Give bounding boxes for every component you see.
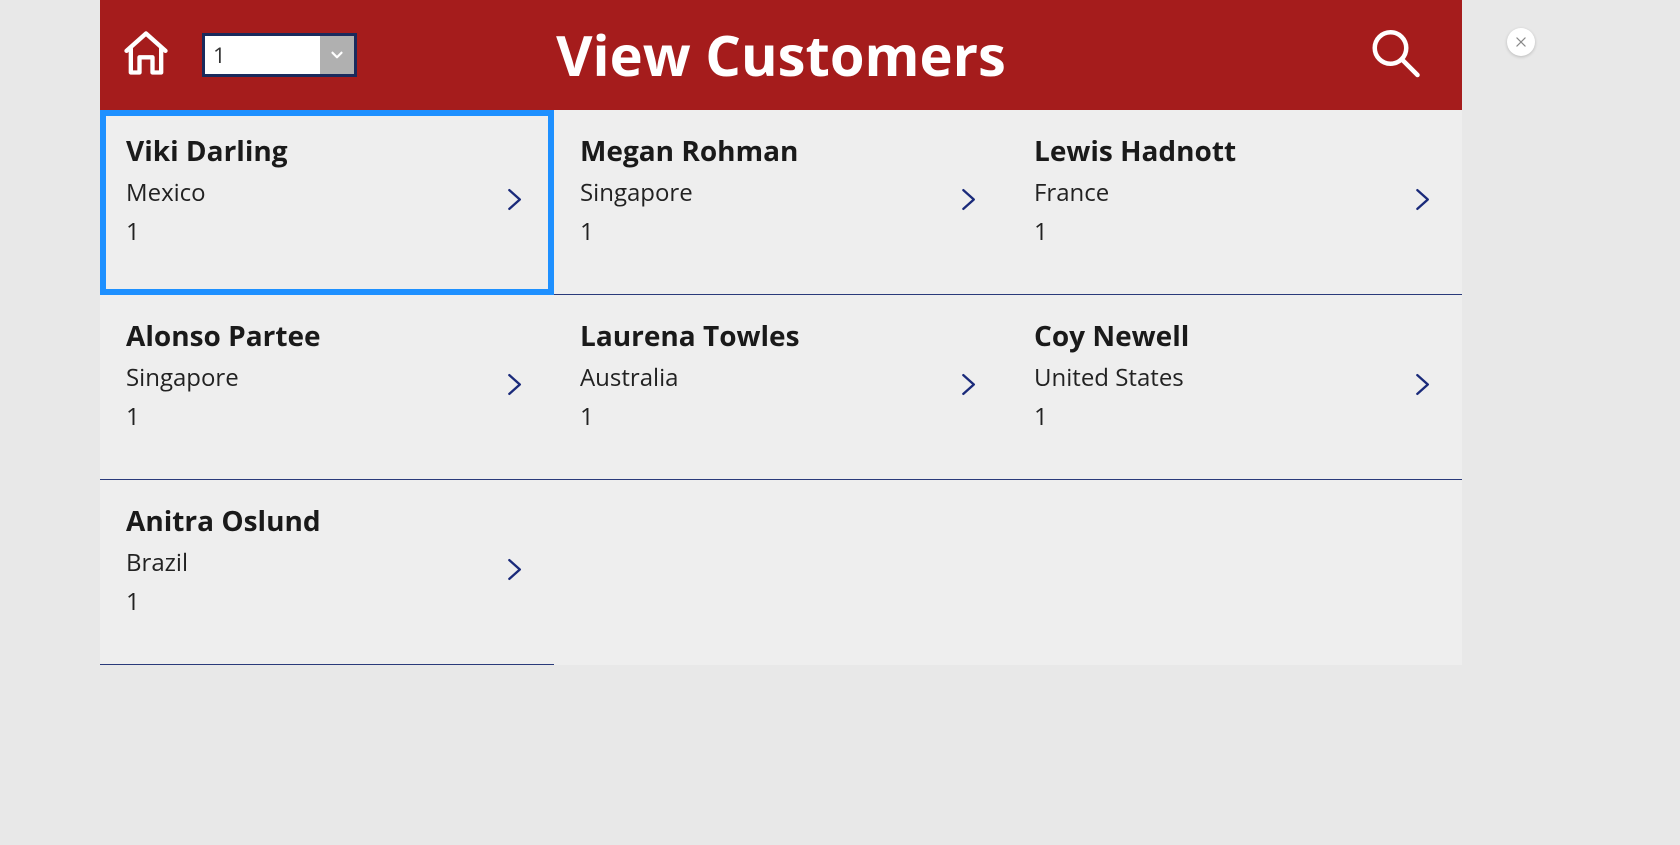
customer-country: United States (1034, 361, 1442, 394)
home-icon (120, 27, 172, 79)
dropdown-toggle[interactable] (320, 36, 354, 74)
customer-name: Laurena Towles (580, 317, 988, 355)
dropdown-value: 1 (205, 36, 320, 74)
search-icon (1368, 26, 1422, 80)
customer-name: Alonso Partee (126, 317, 534, 355)
customer-grid: Viki Darling Mexico 1 Megan Rohman Singapore… (100, 110, 1462, 665)
chevron-right-icon (954, 176, 982, 229)
customer-card[interactable]: Megan Rohman Singapore 1 (554, 110, 1008, 295)
chevron-right-icon (500, 546, 528, 599)
customer-country: Mexico (126, 176, 534, 209)
customer-name: Viki Darling (126, 132, 534, 170)
chevron-right-icon (1408, 361, 1436, 414)
customer-number: 1 (126, 400, 534, 433)
chevron-right-icon (1408, 176, 1436, 229)
customer-card[interactable]: Anitra Oslund Brazil 1 (100, 480, 554, 665)
customer-number: 1 (580, 215, 988, 248)
customer-number: 1 (580, 400, 988, 433)
customer-country: France (1034, 176, 1442, 209)
customer-card[interactable]: Viki Darling Mexico 1 (100, 110, 554, 295)
close-icon (1514, 35, 1528, 49)
customer-name: Coy Newell (1034, 317, 1442, 355)
customer-card[interactable]: Alonso Partee Singapore 1 (100, 295, 554, 480)
home-button[interactable] (120, 27, 172, 84)
customer-country: Singapore (580, 176, 988, 209)
customer-name: Megan Rohman (580, 132, 988, 170)
header-bar: 1 View Customers (100, 0, 1462, 110)
customer-country: Singapore (126, 361, 534, 394)
app-container: 1 View Customers Viki DarlingMexico1Mega… (100, 0, 1462, 665)
search-button[interactable] (1368, 26, 1422, 85)
chevron-right-icon (954, 361, 982, 414)
customer-country: Brazil (126, 546, 534, 579)
chevron-right-icon (500, 176, 528, 229)
close-button[interactable] (1507, 28, 1535, 56)
customer-country: Australia (580, 361, 988, 394)
customer-number: 1 (126, 585, 534, 618)
customer-name: Lewis Hadnott (1034, 132, 1442, 170)
customer-number: 1 (1034, 400, 1442, 433)
customer-card[interactable]: Lewis Hadnott France 1 (1008, 110, 1462, 295)
customer-number: 1 (126, 215, 534, 248)
customer-number: 1 (1034, 215, 1442, 248)
customer-name: Anitra Oslund (126, 502, 534, 540)
chevron-right-icon (500, 361, 528, 414)
chevron-down-icon (328, 46, 346, 64)
page-dropdown[interactable]: 1 (202, 33, 357, 77)
customer-card[interactable]: Coy Newell United States 1 (1008, 295, 1462, 480)
customer-card[interactable]: Laurena Towles Australia 1 (554, 295, 1008, 480)
